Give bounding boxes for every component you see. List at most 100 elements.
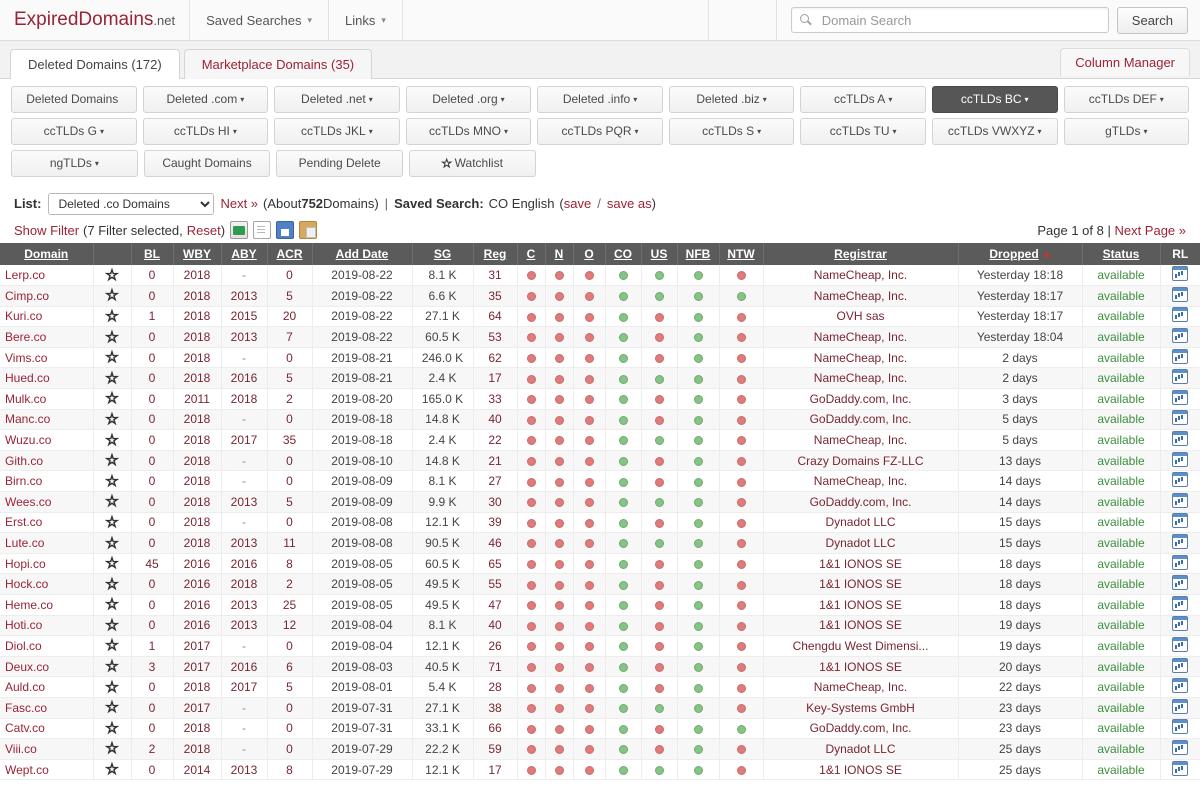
cell-domain[interactable]: Manc.co (0, 409, 94, 431)
related-links-icon[interactable] (1172, 739, 1188, 755)
cell-rl[interactable] (1160, 759, 1200, 781)
reset-filter-link[interactable]: Reset (187, 223, 221, 238)
star-icon[interactable]: ☆ (105, 267, 119, 283)
domain-link[interactable]: Vims.co (5, 351, 47, 365)
cell-domain[interactable]: Lute.co (0, 532, 94, 554)
domain-link[interactable]: Hoti.co (5, 618, 42, 632)
column-manager-button[interactable]: Column Manager (1060, 48, 1190, 76)
related-links-icon[interactable] (1172, 348, 1188, 364)
cell-rl[interactable] (1160, 326, 1200, 348)
star-icon[interactable]: ☆ (105, 514, 119, 530)
related-links-icon[interactable] (1172, 657, 1188, 673)
col-header-reg[interactable]: Reg (473, 243, 518, 265)
cell-watchlist-star[interactable]: ☆ (93, 676, 132, 698)
cell-rl[interactable] (1160, 738, 1200, 760)
cell-watchlist-star[interactable]: ☆ (93, 306, 132, 328)
clipboard-icon[interactable] (299, 221, 318, 239)
col-header-c[interactable]: C (517, 243, 546, 265)
excel-export-icon[interactable] (230, 221, 249, 239)
btn-cctlds-pqr[interactable]: ccTLDs PQR ▾ (537, 118, 663, 145)
star-icon[interactable]: ☆ (105, 308, 119, 324)
cell-watchlist-star[interactable]: ☆ (93, 491, 132, 513)
related-links-icon[interactable] (1172, 698, 1188, 714)
btn-deleted-org[interactable]: Deleted .org ▾ (405, 86, 532, 113)
cell-rl[interactable] (1160, 635, 1200, 657)
related-links-icon[interactable] (1172, 286, 1188, 302)
col-header-bl[interactable]: BL (131, 243, 174, 265)
btn-gtlds[interactable]: gTLDs ▾ (1063, 118, 1190, 145)
star-icon[interactable]: ☆ (105, 679, 119, 695)
cell-domain[interactable]: Hopi.co (0, 553, 94, 575)
domain-link[interactable]: Hock.co (5, 577, 48, 591)
col-header-sg[interactable]: SG (412, 243, 474, 265)
col-header-ntw[interactable]: NTW (719, 243, 764, 265)
cell-watchlist-star[interactable]: ☆ (93, 450, 132, 472)
star-icon[interactable]: ☆ (105, 494, 119, 510)
cell-rl[interactable] (1160, 615, 1200, 637)
col-header-registrar[interactable]: Registrar (763, 243, 959, 265)
related-links-icon[interactable] (1172, 534, 1188, 550)
cell-domain[interactable]: Wees.co (0, 491, 94, 513)
domain-link[interactable]: Kuri.co (5, 309, 42, 323)
cell-watchlist-star[interactable]: ☆ (93, 347, 132, 369)
cell-watchlist-star[interactable]: ☆ (93, 553, 132, 575)
cell-domain[interactable]: Mulk.co (0, 388, 94, 410)
site-logo[interactable]: ExpiredDomains .net (0, 0, 191, 40)
col-header-nfb[interactable]: NFB (677, 243, 720, 265)
cell-rl[interactable] (1160, 718, 1200, 740)
cell-domain[interactable]: Birn.co (0, 470, 94, 493)
cell-rl[interactable] (1160, 306, 1200, 328)
cell-watchlist-star[interactable]: ☆ (93, 409, 132, 431)
btn-deleted-com[interactable]: Deleted .com ▾ (142, 86, 269, 113)
col-header-us[interactable]: US (641, 243, 678, 265)
domain-link[interactable]: Manc.co (5, 412, 50, 426)
related-links-icon[interactable] (1172, 492, 1188, 508)
col-header-domain[interactable]: Domain (0, 243, 94, 265)
cell-watchlist-star[interactable]: ☆ (93, 594, 132, 616)
col-header-co[interactable]: CO (605, 243, 642, 265)
domain-link[interactable]: Hopi.co (5, 557, 46, 571)
star-icon[interactable]: ☆ (105, 741, 119, 757)
related-links-icon[interactable] (1172, 719, 1188, 735)
star-icon[interactable]: ☆ (105, 411, 119, 427)
domain-link[interactable]: Auld.co (5, 680, 45, 694)
cell-domain[interactable]: Lerp.co (0, 265, 94, 287)
tab-marketplace-domains[interactable]: Marketplace Domains (35) (183, 49, 373, 79)
cell-domain[interactable]: Fasc.co (0, 697, 94, 719)
domain-link[interactable]: Gith.co (5, 454, 43, 468)
cell-domain[interactable]: Wept.co (0, 759, 94, 781)
star-icon[interactable]: ☆ (105, 556, 119, 572)
show-filter-link[interactable]: Show Filter (14, 223, 79, 238)
btn-ngtlds[interactable]: ngTLDs ▾ (11, 150, 138, 177)
cell-watchlist-star[interactable]: ☆ (93, 367, 132, 390)
cell-rl[interactable] (1160, 491, 1200, 513)
cell-watchlist-star[interactable]: ☆ (93, 326, 132, 348)
domain-link[interactable]: Deux.co (5, 660, 49, 674)
star-icon[interactable]: ☆ (105, 453, 119, 469)
cell-rl[interactable] (1160, 347, 1200, 369)
nav-links[interactable]: Links ▾ (329, 0, 403, 40)
cell-rl[interactable] (1160, 676, 1200, 698)
domain-link[interactable]: Bere.co (5, 330, 46, 344)
btn-cctlds-g[interactable]: ccTLDs G ▾ (11, 118, 137, 145)
star-icon[interactable]: ☆ (105, 700, 119, 716)
star-icon[interactable]: ☆ (105, 535, 119, 551)
cell-watchlist-star[interactable]: ☆ (93, 285, 132, 307)
cell-rl[interactable] (1160, 470, 1200, 493)
save-as-link[interactable]: save as (607, 196, 652, 211)
col-header-status[interactable]: Status (1082, 243, 1161, 265)
col-header-wby[interactable]: WBY (173, 243, 222, 265)
next-page-link[interactable]: Next Page » (1114, 223, 1186, 238)
col-header-add-date[interactable]: Add Date (312, 243, 413, 265)
cell-rl[interactable] (1160, 265, 1200, 287)
related-links-icon[interactable] (1172, 472, 1188, 488)
btn-cctlds-hi[interactable]: ccTLDs HI ▾ (142, 118, 269, 145)
domain-link[interactable]: Lerp.co (5, 268, 45, 282)
cell-watchlist-star[interactable]: ☆ (93, 738, 132, 760)
cell-domain[interactable]: Gith.co (0, 450, 94, 472)
search-button[interactable]: Search (1116, 6, 1188, 34)
cell-watchlist-star[interactable]: ☆ (93, 265, 132, 287)
domain-link[interactable]: Mulk.co (5, 392, 46, 406)
domain-link[interactable]: Wuzu.co (5, 433, 51, 447)
btn-cctlds-a[interactable]: ccTLDs A ▾ (800, 86, 926, 113)
